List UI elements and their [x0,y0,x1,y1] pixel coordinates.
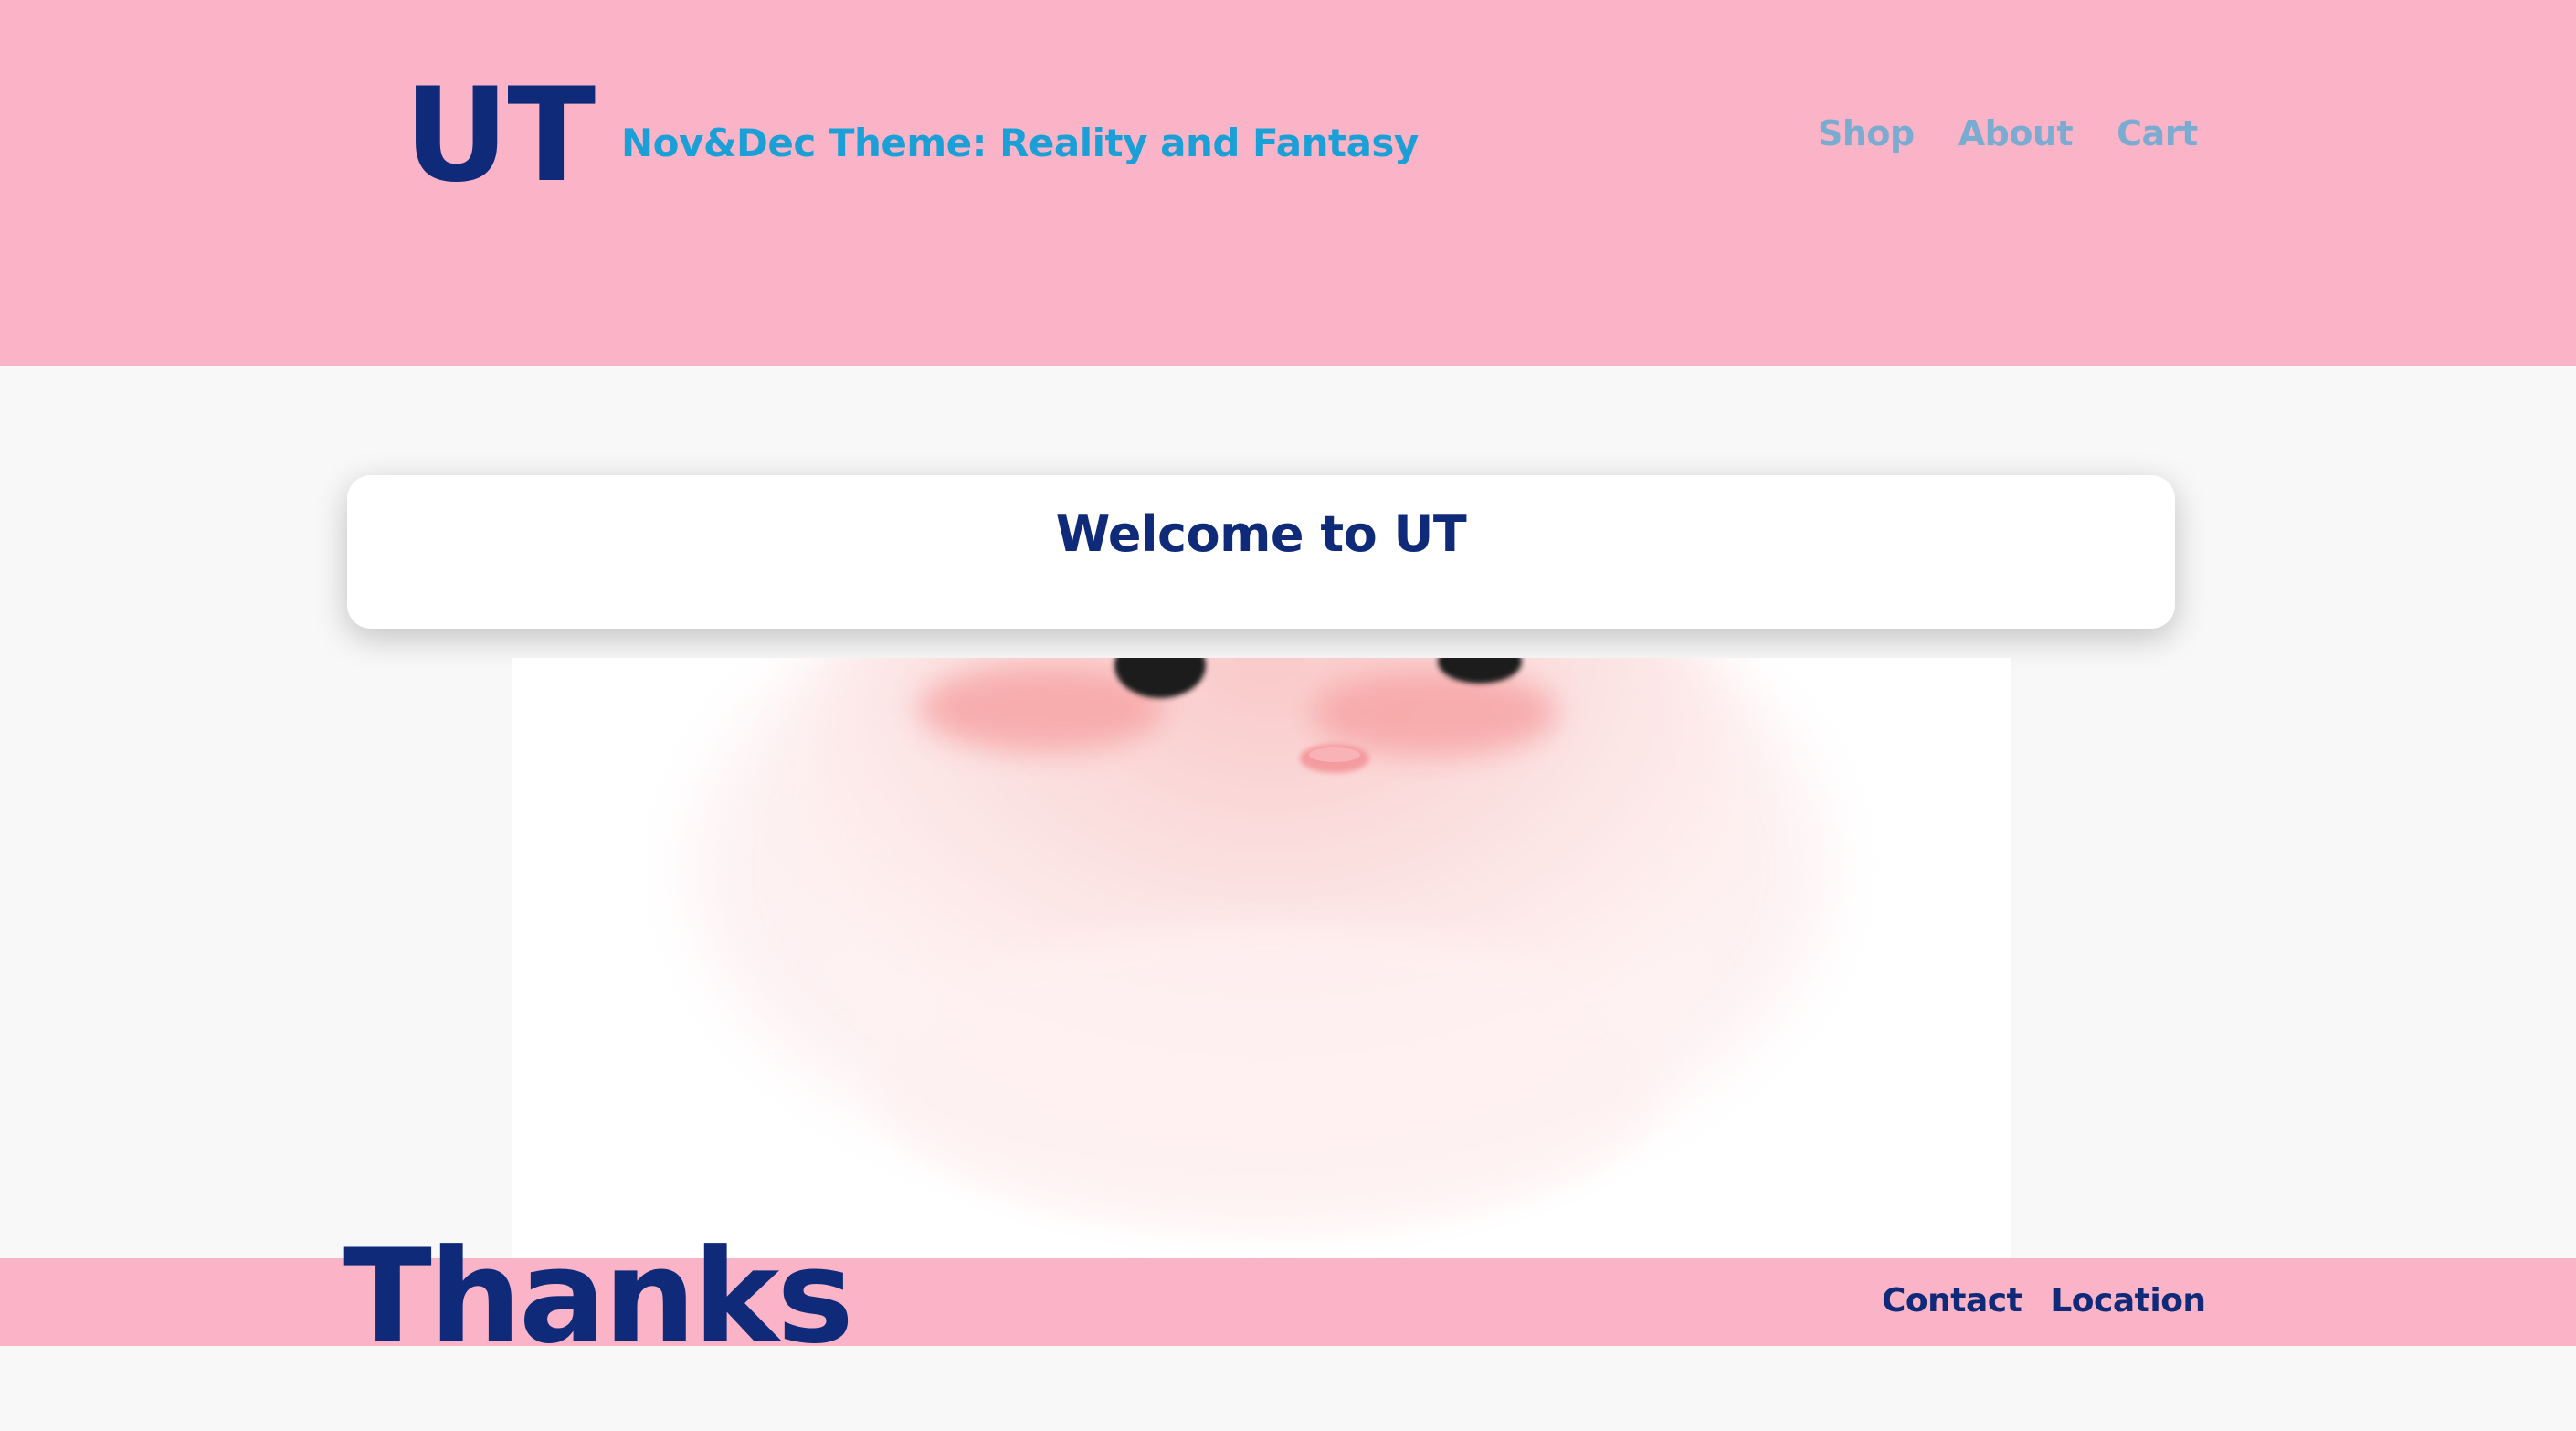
welcome-card: Welcome to UT [347,475,2175,629]
nav-about-link[interactable]: About [1958,116,2074,151]
hero-illustration [512,658,2011,1258]
footer-nav: Contact Location [1882,1285,2206,1318]
footer-thanks-title: Thanks [343,1222,854,1373]
fluffy-creature-image [512,658,2011,1258]
footer-contact-link[interactable]: Contact [1882,1285,2022,1318]
welcome-title: Welcome to UT [1055,505,1467,563]
site-header: UT Nov&Dec Theme: Reality and Fantasy Sh… [0,0,2576,366]
theme-tagline: Nov&Dec Theme: Reality and Fantasy [621,121,1419,165]
site-logo[interactable]: UT [404,71,596,201]
site-footer: Thanks Contact Location [0,1233,2576,1362]
main-nav: Shop About Cart [1818,116,2198,151]
footer-location-link[interactable]: Location [2051,1285,2206,1318]
nav-shop-link[interactable]: Shop [1818,116,1915,151]
nav-cart-link[interactable]: Cart [2117,116,2198,151]
